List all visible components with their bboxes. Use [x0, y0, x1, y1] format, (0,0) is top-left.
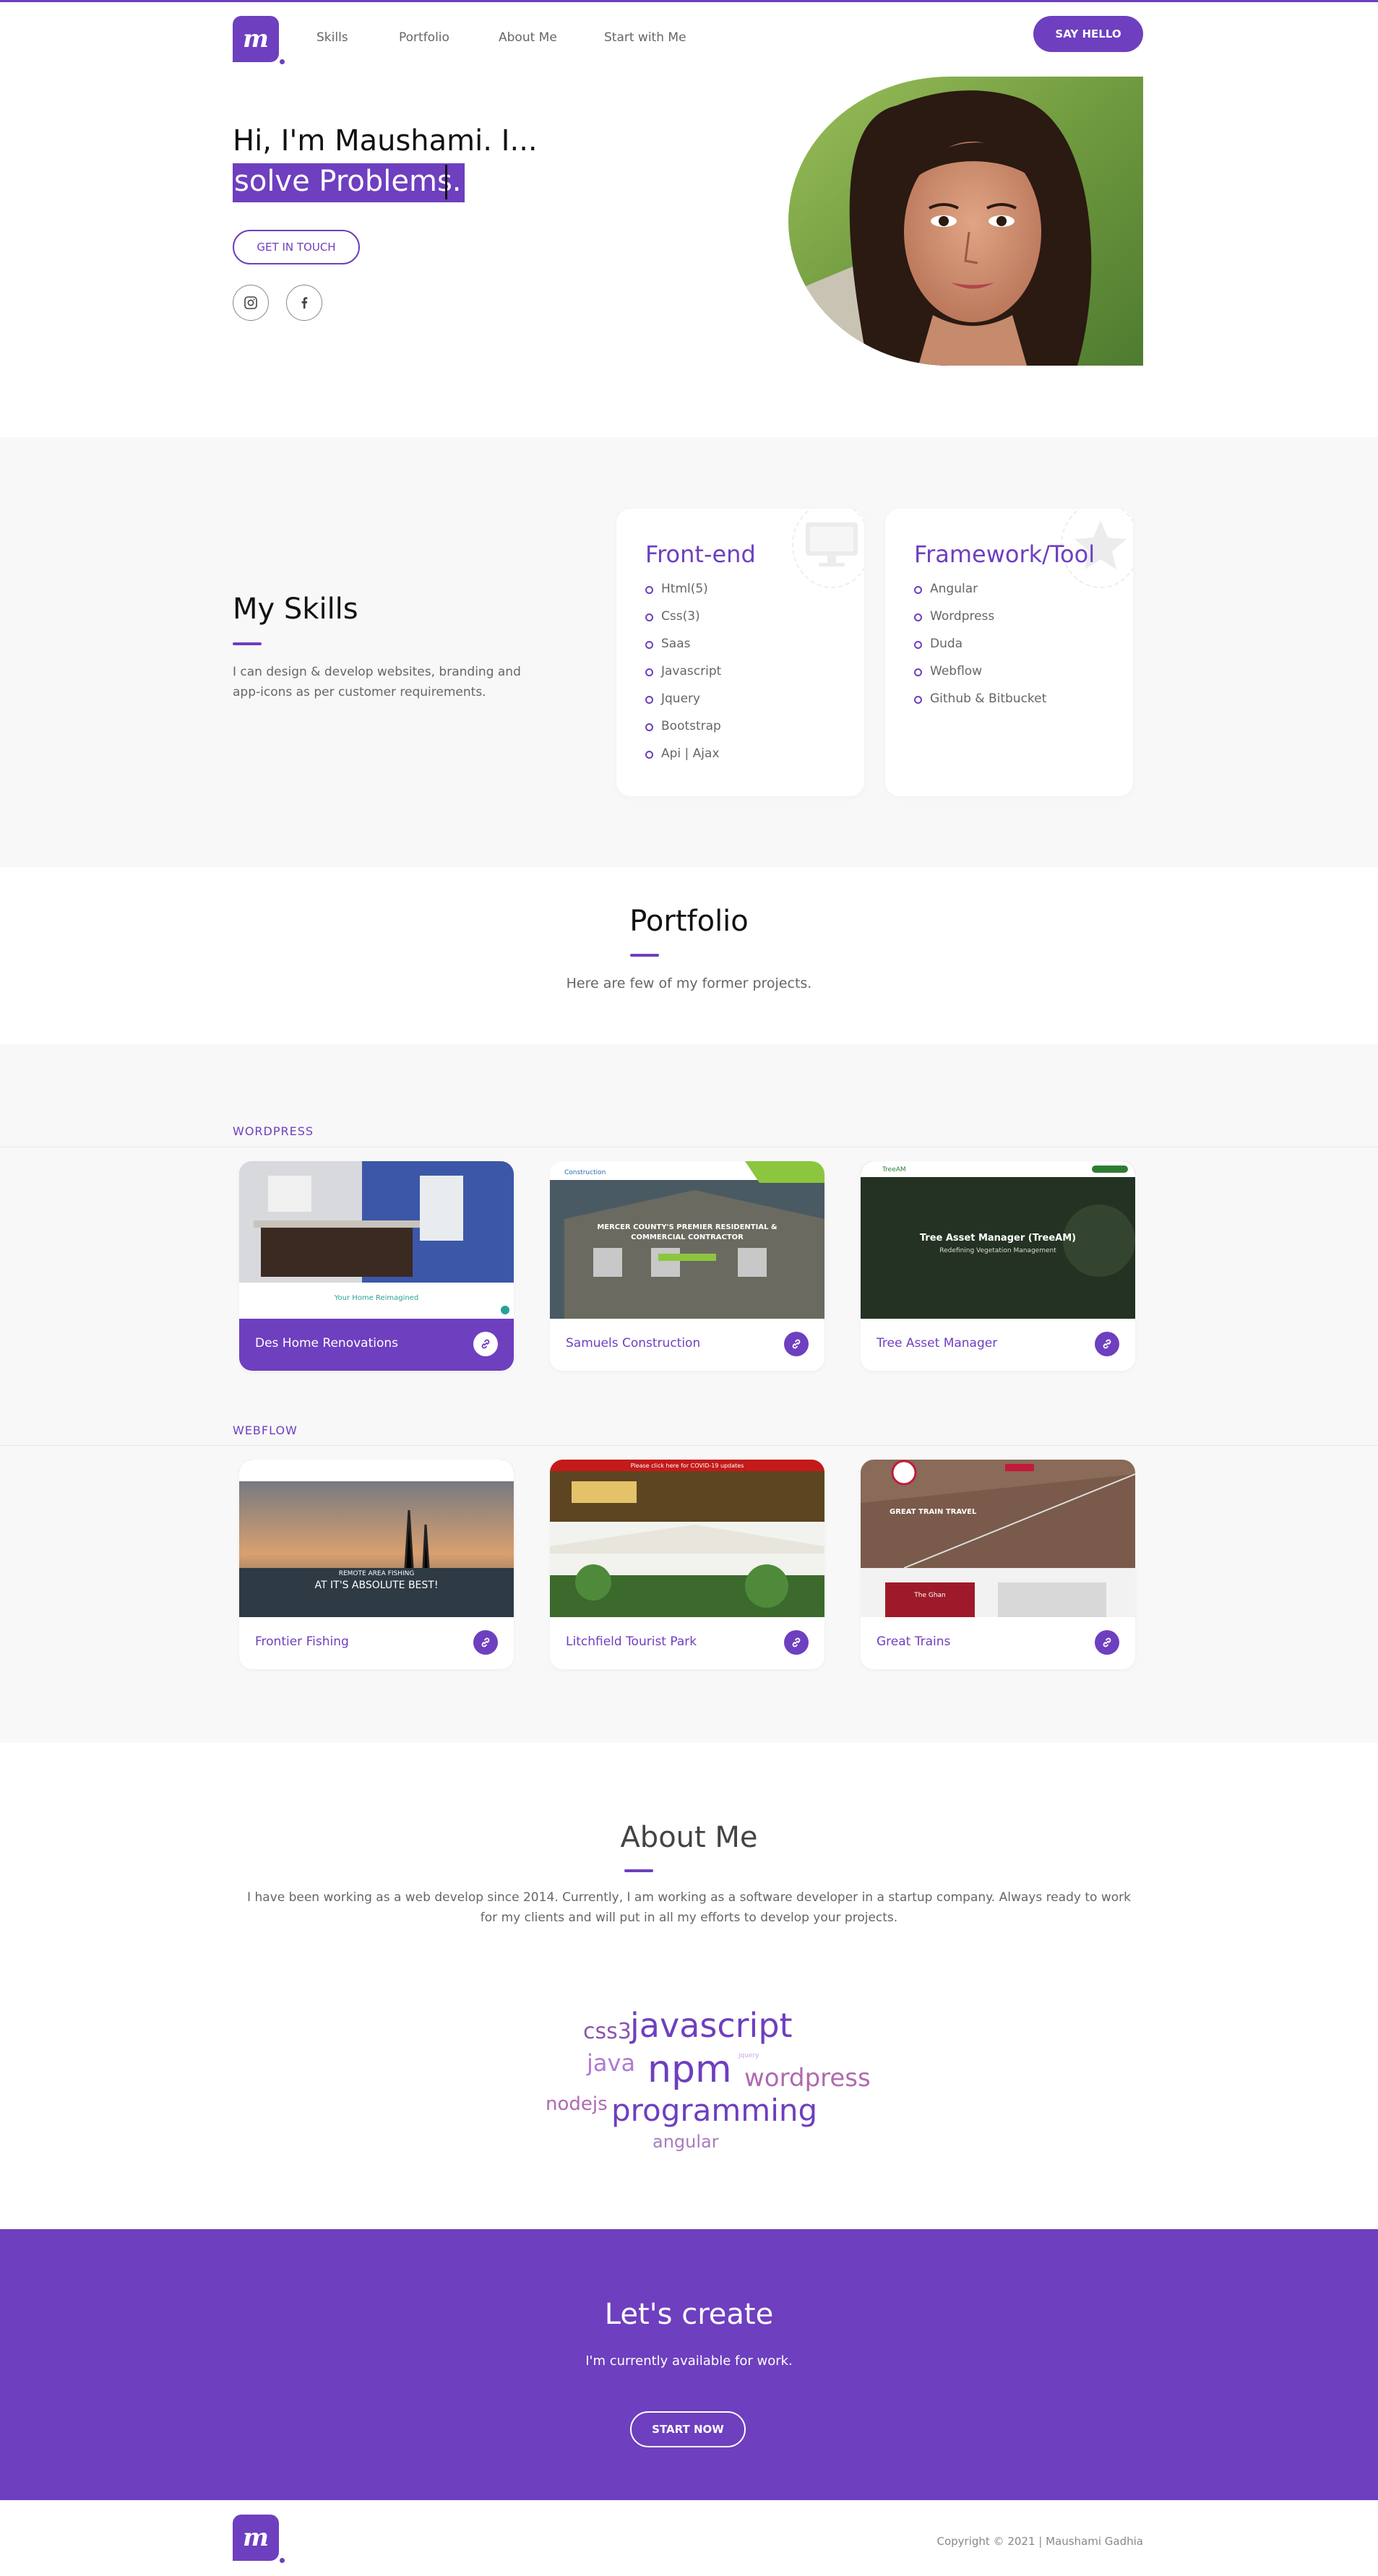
skill-item: Css(3)	[645, 603, 721, 630]
cloud-word: jquery	[738, 2052, 759, 2059]
cta-title: Let's create	[604, 2298, 774, 2331]
get-in-touch-button[interactable]: GET IN TOUCH	[233, 230, 360, 264]
project-thumbnail: TreeAM Tree Asset Manager (TreeAM) Redef…	[861, 1161, 1135, 1319]
hero-typed-text: solve Problems.	[233, 163, 465, 202]
about-title-underline	[624, 1869, 653, 1872]
skill-card-title: Framework/Tool	[914, 540, 1095, 568]
about-description: I have been working as a web develop sin…	[247, 1890, 1131, 1925]
typing-caret	[445, 165, 447, 199]
thumb-caption: Tree Asset Manager (TreeAM)	[920, 1233, 1076, 1244]
skill-card-framework: Framework/Tool Angular Wordpress Duda We…	[885, 509, 1133, 796]
project-card-treeam[interactable]: TreeAM Tree Asset Manager (TreeAM) Redef…	[861, 1161, 1135, 1371]
about-title: About Me	[620, 1821, 758, 1854]
start-now-button[interactable]: START NOW	[630, 2411, 746, 2447]
skill-item: Github & Bitbucket	[914, 685, 1046, 712]
skill-card-frontend: Front-end Html(5) Css(3) Saas Javascript…	[616, 509, 864, 796]
project-card-great-trains[interactable]: GREAT TRAIN TRAVEL The Ghan Great Trains	[861, 1460, 1135, 1669]
profile-photo	[788, 77, 1143, 366]
logo[interactable]: m	[233, 16, 285, 64]
hero-greeting: Hi, I'm Maushami. I...	[233, 124, 538, 158]
skill-item: Duda	[914, 630, 1046, 658]
project-card-samuels[interactable]: Construction MERCER COUNTY'S PREMIER RES…	[550, 1161, 824, 1371]
project-title: Tree Asset Manager	[877, 1336, 998, 1351]
cloud-word: programming	[611, 2093, 818, 2128]
thumb-caption: REMOTE AREA FISHING	[339, 1570, 415, 1577]
skill-item: Jquery	[645, 685, 721, 712]
nav-start-with-me[interactable]: Start with Me	[604, 30, 686, 45]
project-title: Frontier Fishing	[255, 1634, 349, 1649]
project-card-litchfield[interactable]: Please click here for COVID-19 updates L…	[550, 1460, 824, 1669]
skills-title: My Skills	[233, 593, 358, 626]
project-card-des-home[interactable]: Your Home Reimagined Des Home Renovation…	[239, 1161, 514, 1371]
category-webflow: WEBFLOW	[233, 1423, 298, 1437]
skill-item: Api | Ajax	[645, 740, 721, 767]
monitor-icon	[792, 509, 864, 588]
skill-item: Wordpress	[914, 603, 1046, 630]
thumb-logo: TreeAM	[882, 1166, 906, 1173]
thumb-caption: MERCER COUNTY'S PREMIER RESIDENTIAL & CO…	[597, 1223, 778, 1241]
skill-item: Saas	[645, 630, 721, 658]
cta-section: Let's create I'm currently available for…	[0, 2229, 1378, 2500]
link-icon[interactable]	[784, 1630, 809, 1655]
cloud-word: nodejs	[546, 2093, 608, 2115]
thumb-subcaption: Redefining Vegetation Management	[939, 1247, 1056, 1254]
cta-text: I'm currently available for work.	[585, 2353, 793, 2369]
project-title: Litchfield Tourist Park	[566, 1634, 697, 1649]
cloud-word: wordpress	[744, 2064, 871, 2093]
cloud-word: javascript	[630, 2006, 793, 2045]
link-icon[interactable]	[784, 1332, 809, 1356]
skill-item: Html(5)	[645, 575, 721, 603]
thumb-logo: Construction	[564, 1169, 606, 1176]
portfolio-title-underline	[630, 954, 659, 957]
say-hello-button[interactable]: SAY HELLO	[1033, 16, 1143, 52]
skill-item: Angular	[914, 575, 1046, 603]
copyright-text: Copyright © 2021 | Maushami Gadhia	[936, 2535, 1144, 2548]
instagram-icon[interactable]	[233, 285, 269, 321]
skill-item: Webflow	[914, 658, 1046, 685]
nav-skills[interactable]: Skills	[316, 30, 348, 45]
skills-title-underline	[233, 642, 262, 645]
project-title: Samuels Construction	[566, 1336, 701, 1351]
project-card-frontier-fishing[interactable]: REMOTE AREA FISHING AT IT'S ABSOLUTE BES…	[239, 1460, 514, 1669]
footer-logo[interactable]: m	[233, 2515, 285, 2563]
project-title: Des Home Renovations	[255, 1336, 398, 1351]
skill-list: Angular Wordpress Duda Webflow Github & …	[914, 575, 1046, 712]
cloud-word: npm	[647, 2048, 732, 2091]
link-icon[interactable]	[473, 1332, 498, 1356]
thumb-subcaption: The Ghan	[913, 1592, 946, 1599]
cloud-word: java	[587, 2049, 636, 2077]
project-thumbnail: Your Home Reimagined	[239, 1161, 514, 1319]
skill-list: Html(5) Css(3) Saas Javascript Jquery Bo…	[645, 575, 721, 767]
skills-description: I can design & develop websites, brandin…	[233, 665, 521, 699]
facebook-icon[interactable]	[286, 285, 322, 321]
link-icon[interactable]	[473, 1630, 498, 1655]
thumb-caption: Your Home Reimagined	[334, 1294, 419, 1302]
skill-card-title: Front-end	[645, 540, 756, 568]
cloud-word: angular	[653, 2132, 719, 2152]
skill-item: Javascript	[645, 658, 721, 685]
thumb-subcaption: AT IT'S ABSOLUTE BEST!	[315, 1580, 439, 1591]
link-icon[interactable]	[1095, 1630, 1119, 1655]
top-accent-line	[0, 0, 1378, 2]
category-divider	[0, 1445, 1378, 1446]
project-thumbnail: REMOTE AREA FISHING AT IT'S ABSOLUTE BES…	[239, 1460, 514, 1617]
project-thumbnail: Please click here for COVID-19 updates	[550, 1460, 824, 1617]
category-wordpress: WORDPRESS	[233, 1124, 314, 1138]
skill-item: Bootstrap	[645, 712, 721, 740]
nav-portfolio[interactable]: Portfolio	[399, 30, 449, 45]
link-icon[interactable]	[1095, 1332, 1119, 1356]
project-thumbnail: GREAT TRAIN TRAVEL The Ghan	[861, 1460, 1135, 1617]
portfolio-title: Portfolio	[629, 905, 749, 938]
cloud-word: css3	[583, 2019, 632, 2044]
nav-about-me[interactable]: About Me	[499, 30, 557, 45]
project-title: Great Trains	[877, 1634, 951, 1649]
project-thumbnail: Construction MERCER COUNTY'S PREMIER RES…	[550, 1161, 824, 1319]
thumb-caption: GREAT TRAIN TRAVEL	[890, 1508, 977, 1516]
portfolio-description: Here are few of my former projects.	[566, 975, 812, 991]
thumb-caption: Please click here for COVID-19 updates	[631, 1463, 744, 1469]
